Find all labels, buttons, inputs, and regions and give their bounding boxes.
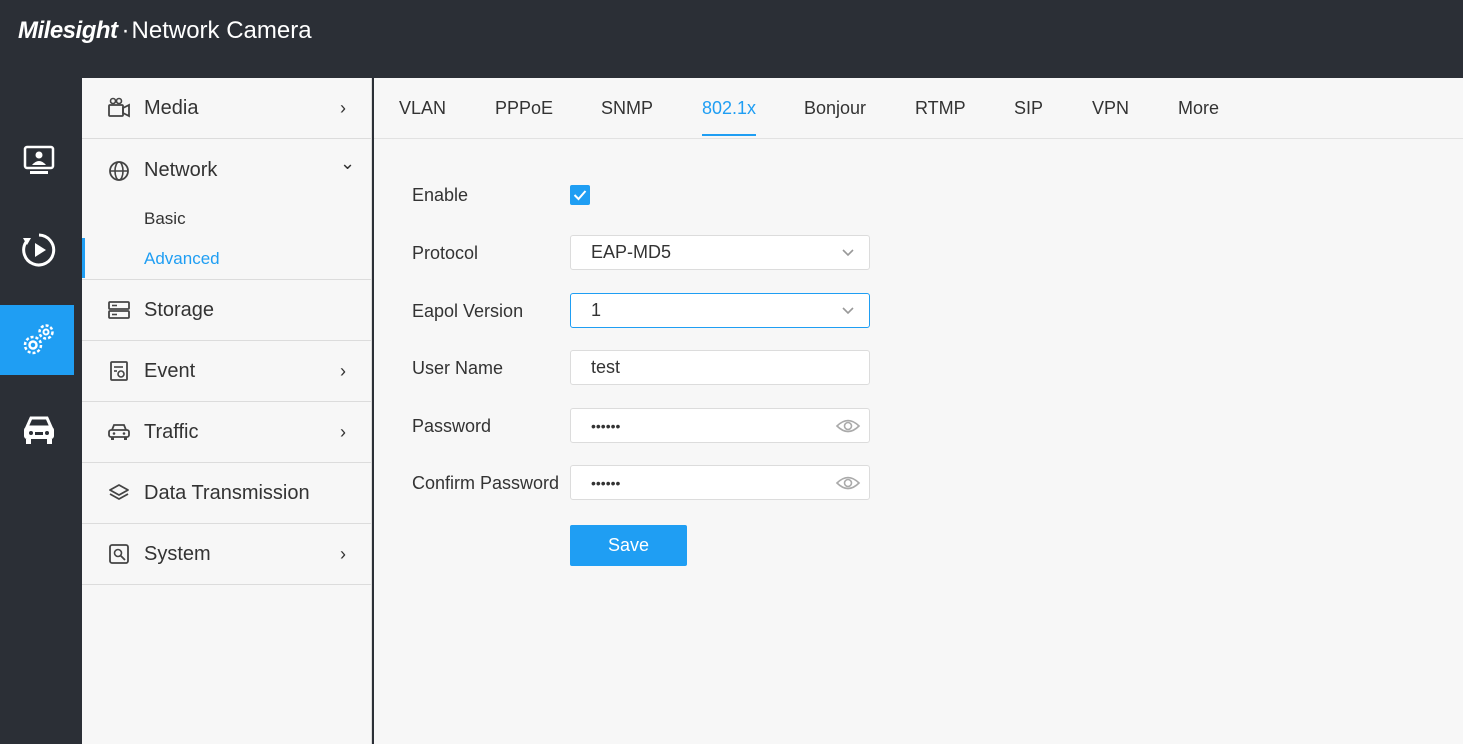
tab-pppoe[interactable]: PPPoE — [495, 98, 553, 136]
username-input[interactable]: test — [570, 350, 870, 385]
tab-sip[interactable]: SIP — [1014, 98, 1043, 136]
tab-8021x[interactable]: 802.1x — [702, 98, 757, 136]
confirm-password-label: Confirm Password — [412, 473, 560, 493]
username-label: User Name — [412, 358, 504, 378]
layers-icon — [106, 480, 132, 506]
main-content: VLAN PPPoE SNMP 802.1x Bonjour RTMP SIP … — [374, 78, 1463, 744]
tab-more[interactable]: More — [1178, 98, 1219, 136]
rail-settings[interactable] — [0, 305, 78, 375]
tab-vlan[interactable]: VLAN — [399, 98, 446, 136]
protocol-select[interactable]: EAP-MD5 — [570, 235, 870, 270]
sidebar-item-label: Media — [144, 96, 199, 119]
live-view-icon — [23, 145, 55, 174]
chevron-down-icon: ⌄ — [340, 153, 356, 173]
vehicle-icon — [24, 416, 54, 444]
sidebar-item-storage[interactable]: Storage — [82, 280, 372, 341]
password-input[interactable]: •••••• — [570, 408, 870, 443]
tab-bar: VLAN PPPoE SNMP 802.1x Bonjour RTMP SIP … — [374, 78, 1463, 139]
playback-icon — [22, 233, 56, 267]
chevron-right-icon: › — [340, 360, 346, 381]
system-icon — [106, 541, 132, 567]
camera-icon — [106, 95, 132, 121]
top-header: Milesight · Network Camera — [0, 0, 1463, 70]
sidebar-subitem-advanced[interactable]: Advanced — [144, 249, 220, 269]
sidebar-item-label: Data Transmission — [144, 481, 310, 504]
sidebar-item-system[interactable]: System › — [82, 524, 372, 585]
app-logo: Milesight · Network Camera — [18, 16, 312, 46]
tab-rtmp[interactable]: RTMP — [915, 98, 966, 136]
rail-playback[interactable] — [0, 215, 78, 285]
enable-label: Enable — [412, 185, 469, 205]
sidebar-subitem-basic[interactable]: Basic — [144, 209, 186, 229]
chevron-down-icon — [842, 307, 854, 315]
sidebar-item-label: Traffic — [144, 420, 199, 443]
eapol-version-label: Eapol Version — [412, 301, 524, 321]
event-icon — [106, 358, 132, 384]
car-icon — [106, 419, 132, 445]
rail-vehicle[interactable] — [0, 395, 78, 465]
brand-separator: · — [121, 17, 130, 44]
password-value: •••••• — [591, 417, 621, 434]
sidebar-item-network[interactable]: Network ⌄ Basic Advanced — [82, 139, 372, 280]
product-name: Network Camera — [131, 17, 312, 44]
checkmark-icon — [573, 190, 587, 201]
sidebar-item-label: Storage — [144, 298, 215, 321]
globe-icon — [106, 158, 132, 184]
enable-checkbox[interactable] — [570, 185, 590, 205]
confirm-password-value: •••••• — [591, 474, 621, 491]
brand-name: Milesight — [18, 17, 118, 44]
sidebar-item-traffic[interactable]: Traffic › — [82, 402, 372, 463]
save-button[interactable]: Save — [570, 525, 687, 566]
sidebar-item-data-transmission[interactable]: Data Transmission — [82, 463, 372, 524]
protocol-value: EAP-MD5 — [591, 242, 672, 262]
password-label: Password — [412, 416, 492, 436]
tab-snmp[interactable]: SNMP — [601, 98, 653, 136]
chevron-right-icon: › — [340, 543, 346, 564]
chevron-right-icon: › — [340, 421, 346, 442]
sidebar-item-label: Event — [144, 359, 196, 382]
settings-icon — [23, 324, 54, 355]
sidebar-item-event[interactable]: Event › — [82, 341, 372, 402]
rail-gap — [74, 70, 82, 744]
settings-sidebar: Media › Network ⌄ Basic Advanced Storage… — [82, 78, 372, 744]
confirm-password-input[interactable]: •••••• — [570, 465, 870, 500]
storage-icon — [106, 297, 132, 323]
eapol-version-select[interactable]: 1 — [570, 293, 870, 328]
rail-live-view[interactable] — [0, 125, 78, 195]
sidebar-item-label: Network — [144, 159, 218, 181]
nav-rail — [0, 70, 78, 744]
chevron-down-icon — [842, 249, 854, 257]
username-value: test — [591, 357, 621, 377]
active-indicator — [82, 238, 85, 278]
chevron-right-icon: › — [340, 97, 346, 118]
eapol-version-value: 1 — [591, 300, 602, 320]
sidebar-item-media[interactable]: Media › — [82, 78, 372, 139]
tab-bonjour[interactable]: Bonjour — [804, 98, 866, 136]
tab-vpn[interactable]: VPN — [1092, 98, 1129, 136]
eye-icon[interactable] — [835, 474, 861, 492]
eye-icon[interactable] — [835, 417, 861, 435]
protocol-label: Protocol — [412, 243, 479, 263]
sidebar-item-label: System — [144, 542, 211, 565]
